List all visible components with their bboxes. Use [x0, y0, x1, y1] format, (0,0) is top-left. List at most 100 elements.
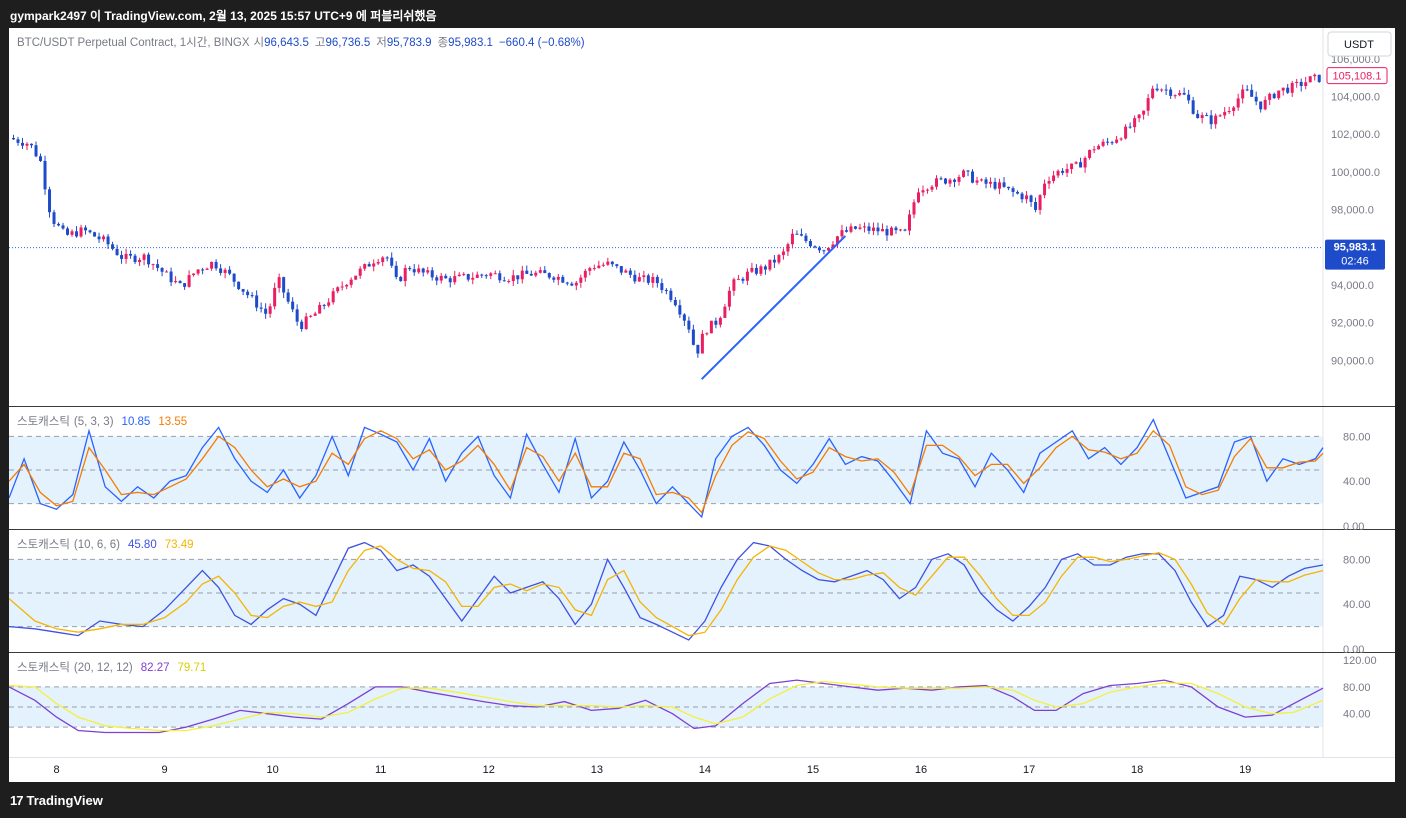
- time-tick-label: 12: [483, 764, 495, 776]
- candle-body: [687, 320, 691, 330]
- time-tick-label: 16: [915, 764, 927, 776]
- candle-body: [327, 302, 331, 306]
- candle-body: [849, 226, 853, 232]
- candle-body: [250, 295, 254, 297]
- candle-body: [367, 264, 371, 267]
- stoch3-legend: 스토캐스틱 (20, 12, 12) 82.27 79.71: [17, 661, 206, 674]
- candle-body: [412, 269, 416, 273]
- candle-body: [318, 304, 322, 314]
- candle-body: [1092, 149, 1096, 151]
- candle-body: [750, 267, 754, 272]
- current-price-badge: 95,983.1 02:46: [1325, 239, 1385, 270]
- price-pane[interactable]: 106,000.0104,000.0102,000.0100,000.098,0…: [9, 54, 1380, 380]
- candle-body: [502, 280, 506, 282]
- candle-body: [885, 229, 889, 236]
- candle-body: [1097, 145, 1101, 150]
- candle-body: [61, 225, 65, 229]
- stoch1-legend: 스토캐스틱 (5, 3, 3) 10.85 13.55: [17, 415, 187, 428]
- candle-body: [1043, 183, 1047, 196]
- candle-body: [700, 333, 704, 354]
- candle-body: [808, 241, 812, 247]
- candle-body: [1151, 88, 1155, 99]
- candle-body: [183, 283, 187, 287]
- time-tick-label: 9: [162, 764, 168, 776]
- candle-body: [147, 254, 151, 265]
- candle-body: [772, 259, 776, 263]
- current-price-countdown: 02:46: [1341, 256, 1369, 268]
- change-value: −660.4 (−0.68%): [499, 37, 585, 49]
- chart-frame[interactable]: 106,000.0 104,000.0 102,000.0 100,000.0 98,0…: [9, 28, 1395, 782]
- candle-body: [1169, 89, 1173, 96]
- candle-body: [399, 276, 403, 282]
- candle-body: [552, 277, 556, 280]
- candle-body: [1065, 168, 1069, 173]
- candle-body: [763, 266, 767, 270]
- chart-canvas[interactable]: 106,000.0104,000.0102,000.0100,000.098,0…: [9, 28, 1395, 782]
- candle-body: [430, 270, 434, 278]
- candle-body: [381, 257, 385, 263]
- candle-body: [435, 277, 439, 281]
- candle-body: [1137, 114, 1141, 119]
- candle-body: [664, 290, 668, 292]
- candle-body: [1245, 89, 1249, 91]
- candle-body: [926, 189, 930, 191]
- candle-body: [417, 268, 421, 273]
- candle-body: [786, 244, 790, 252]
- candle-body: [480, 274, 484, 276]
- candle-body: [1106, 141, 1110, 143]
- oscillator-tick-label: 0.00: [1343, 521, 1364, 533]
- candle-body: [597, 265, 601, 269]
- candle-body: [768, 259, 772, 270]
- candle-body: [255, 295, 259, 308]
- candle-body: [898, 229, 902, 231]
- candle-body: [804, 235, 808, 242]
- high-prefix: 고: [315, 37, 326, 49]
- trendline[interactable]: [700, 235, 847, 380]
- candle-body: [588, 268, 592, 271]
- candle-body: [813, 246, 817, 248]
- candle-body: [799, 234, 803, 236]
- stoch2-k-value: 45.80: [128, 539, 157, 551]
- candle-body: [1101, 141, 1105, 146]
- candle-body: [709, 320, 713, 334]
- candle-body: [1209, 115, 1213, 125]
- candle-body: [1110, 142, 1114, 144]
- candle-body: [754, 267, 758, 274]
- candle-body: [345, 284, 349, 287]
- oscillator-tick-label: 120.00: [1343, 655, 1377, 667]
- price-tick-label: 90,000.0: [1331, 355, 1374, 367]
- candle-body: [1263, 99, 1267, 110]
- candle-body: [1232, 107, 1236, 112]
- candle-body: [228, 269, 232, 274]
- candle-body: [601, 264, 605, 266]
- candle-body: [953, 179, 957, 182]
- price-axis[interactable]: 106,000.0104,000.0102,000.0100,000.098,0…: [1331, 54, 1380, 367]
- time-axis[interactable]: 8 9 10 11 12 13 14 15 16 17 18 19: [53, 764, 1251, 776]
- candle-body: [822, 250, 826, 252]
- low-prefix: 저: [376, 36, 387, 49]
- candle-body: [259, 307, 263, 309]
- candle-body: [421, 268, 425, 273]
- candle-body: [354, 275, 358, 280]
- candle-body: [1142, 110, 1146, 115]
- candle-body: [403, 267, 407, 282]
- candle-body: [1115, 139, 1119, 143]
- candle-body: [475, 274, 479, 278]
- candle-body: [1133, 118, 1137, 128]
- candle-body: [1250, 89, 1254, 97]
- candle-body: [574, 282, 578, 286]
- candle-body: [1187, 94, 1191, 101]
- currency-button[interactable]: USDT: [1327, 31, 1392, 57]
- candle-body: [1119, 138, 1123, 140]
- publish-watermark-bar: gympark2497 이 TradingView.com, 2월 13, 20…: [0, 0, 1406, 28]
- candle-body: [880, 229, 884, 232]
- stoch1-params: (5, 3, 3): [74, 416, 114, 428]
- tradingview-logo[interactable]: 17 TradingView: [10, 793, 103, 808]
- candle-body: [52, 212, 56, 224]
- candle-body: [223, 269, 227, 273]
- candle-body: [25, 143, 29, 146]
- oscillator-tick-label: 80.00: [1343, 682, 1371, 694]
- candle-body: [1317, 74, 1321, 82]
- candle-body: [498, 273, 502, 281]
- oscillator-axes[interactable]: 80.0040.000.0080.0040.000.00120.0080.004…: [1343, 431, 1377, 720]
